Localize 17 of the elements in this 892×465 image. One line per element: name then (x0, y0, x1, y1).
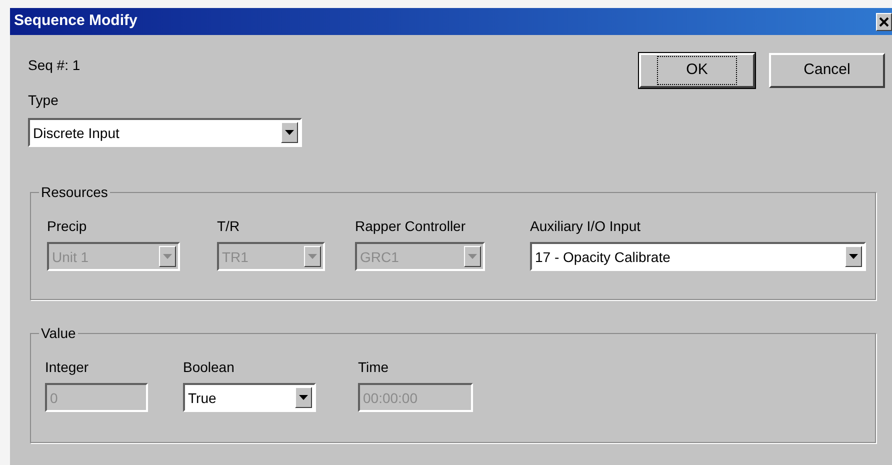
field-label: T/R (217, 217, 241, 235)
cancel-button[interactable]: Cancel (769, 53, 885, 88)
field-label: Integer (45, 358, 90, 376)
field-label: Type (28, 91, 60, 109)
field-label: Time (358, 358, 390, 376)
close-icon (879, 16, 889, 26)
field-label: Precip (47, 217, 88, 235)
ok-button[interactable]: OK (639, 53, 755, 88)
window-title: Sequence Modify (14, 11, 138, 32)
field-label: Auxiliary I/O Input (530, 217, 642, 235)
sequence-number: Seq #: 1 (28, 56, 82, 74)
field-label: Boolean (183, 358, 236, 376)
close-button[interactable] (876, 12, 892, 30)
dropdown[interactable]: 17 - Opacity Calibrate (530, 242, 866, 271)
dropdown[interactable]: Discrete Input (28, 118, 302, 147)
dropdown[interactable]: True (183, 383, 316, 412)
field-label: Rapper Controller (355, 217, 466, 235)
